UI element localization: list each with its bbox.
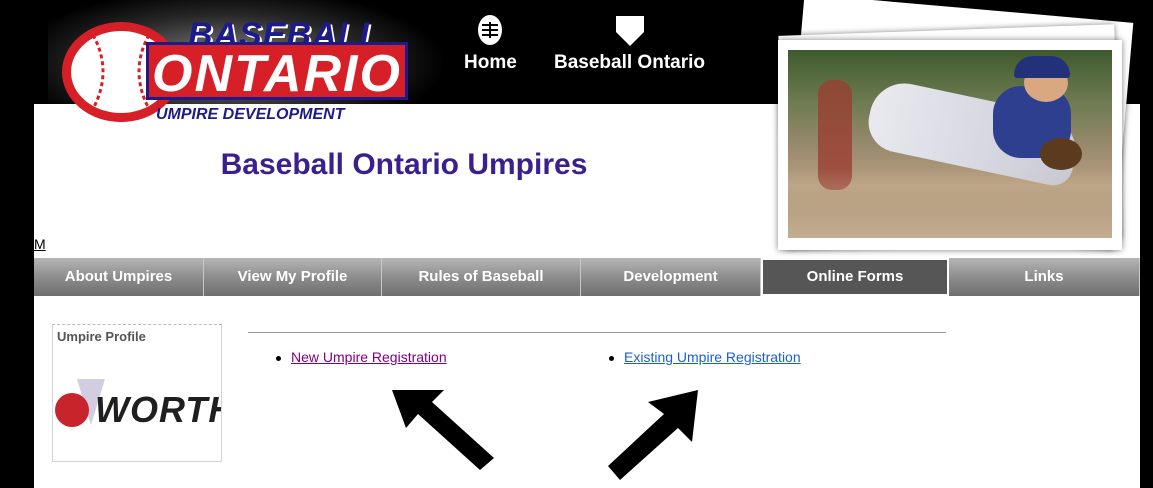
nav-rules-of-baseball[interactable]: Rules of Baseball [382,258,581,296]
nav-online-forms[interactable]: Online Forms [761,258,949,296]
new-umpire-registration-link[interactable]: New Umpire Registration [291,349,447,365]
main-navbar: About Umpires View My Profile Rules of B… [34,258,1140,296]
page-content: BASEBALL ONTARIO UMPIRE DEVELOPMENT Home… [34,0,1140,488]
bullet-icon [609,355,614,361]
worth-ball-icon [55,393,89,427]
player-cap [1014,56,1070,78]
m-link[interactable]: M [34,236,46,252]
logo-umpire-development-text: UMPIRE DEVELOPMENT [156,106,345,123]
slide-photo [778,40,1122,250]
existing-umpire-registration-link[interactable]: Existing Umpire Registration [624,349,801,365]
home-label: Home [464,52,517,73]
baseball-ontario-logo[interactable]: BASEBALL ONTARIO UMPIRE DEVELOPMENT [48,0,448,140]
nav-about-umpires[interactable]: About Umpires [34,258,204,296]
logo-ontario-text: ONTARIO [146,42,408,103]
nav-development[interactable]: Development [581,258,761,296]
worth-logo-text: WORTH [95,389,221,430]
arrow-up-right-icon [608,390,698,480]
content-divider [248,332,946,333]
nav-view-my-profile[interactable]: View My Profile [204,258,382,296]
umpire-profile-title: Umpire Profile [57,329,146,344]
home-plate-icon [615,16,644,46]
baseball-ontario-label: Baseball Ontario [554,52,705,73]
bullet-icon [276,355,281,361]
existing-registration-item: Existing Umpire Registration [609,349,801,365]
nav-links[interactable]: Links [949,258,1140,296]
page-frame: BASEBALL ONTARIO UMPIRE DEVELOPMENT Home… [0,0,1153,488]
player-glove [1040,138,1082,170]
umpire-profile-box: Umpire Profile WORTH [52,324,222,462]
umpire-mask-icon [478,15,503,45]
baseball-slide-image [788,50,1112,238]
new-registration-item: New Umpire Registration [276,349,447,365]
worth-sponsor-logo[interactable]: WORTH [53,349,221,459]
arrow-up-left-icon [392,390,494,470]
baseball-ontario-link[interactable]: Baseball Ontario [554,14,705,74]
home-link[interactable]: Home [464,14,517,74]
page-title: Baseball Ontario Umpires [220,148,588,181]
dust-cloud [788,168,1112,238]
